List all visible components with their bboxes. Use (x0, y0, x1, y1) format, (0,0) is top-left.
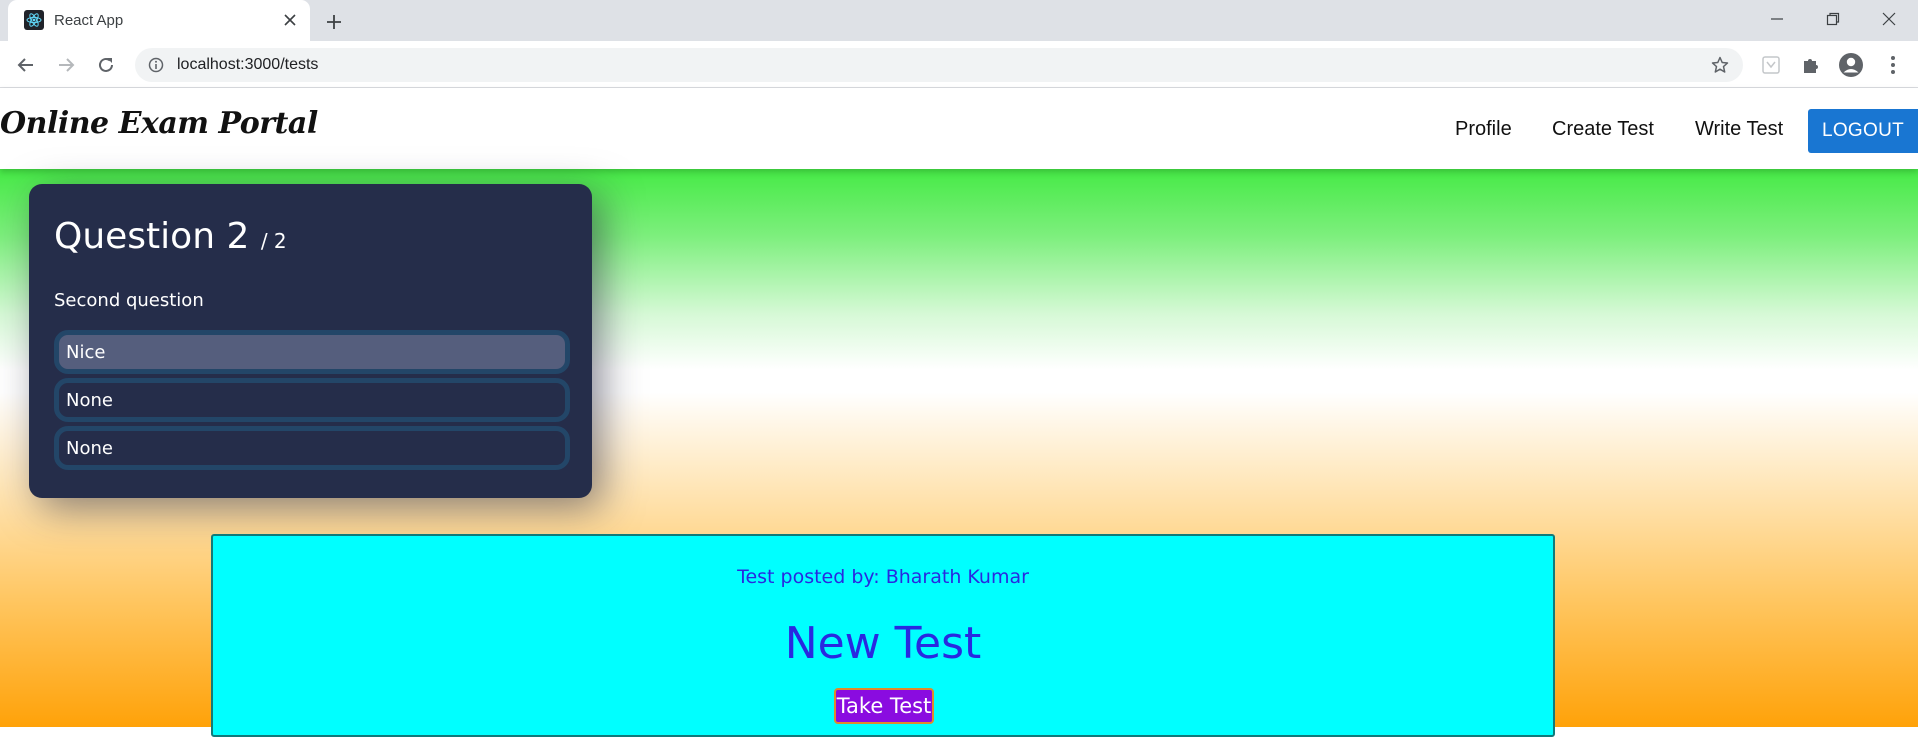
arrow-right-icon[interactable] (52, 51, 80, 79)
app-navbar: Online Exam Portal Profile Create Test W… (0, 88, 1918, 169)
question-card: Question 2 / 2 Second question Nice None… (29, 184, 592, 498)
question-number: Question 2 (54, 216, 250, 257)
test-title: New Test (784, 618, 982, 669)
tab-title: React App (54, 12, 124, 29)
browser-tabstrip: React App (0, 0, 1918, 41)
puzzle-icon[interactable] (1797, 51, 1825, 79)
minimize-icon[interactable] (1762, 7, 1792, 31)
account-icon[interactable] (1837, 51, 1865, 79)
extension-box-icon[interactable] (1757, 51, 1785, 79)
browser-tab[interactable]: React App (8, 0, 310, 41)
arrow-left-icon[interactable] (12, 51, 40, 79)
answer-option[interactable]: Nice (54, 330, 570, 374)
url-text[interactable]: localhost:3000/tests (177, 56, 318, 74)
question-text: Second question (54, 290, 204, 311)
plus-icon[interactable] (322, 10, 346, 34)
nav-link-profile[interactable]: Profile (1455, 118, 1512, 141)
nav-link-create-test[interactable]: Create Test (1552, 118, 1654, 141)
logout-button[interactable]: LOGOUT (1808, 109, 1918, 153)
answer-option[interactable]: None (54, 426, 570, 470)
reload-icon[interactable] (92, 51, 120, 79)
answer-option[interactable]: None (54, 378, 570, 422)
kebab-menu-icon[interactable] (1879, 51, 1907, 79)
close-icon[interactable] (280, 10, 300, 30)
address-bar[interactable]: localhost:3000/tests (135, 48, 1743, 82)
test-posted-by: Test posted by: Bharath Kumar (737, 566, 1029, 588)
restore-icon[interactable] (1818, 7, 1848, 31)
question-total: / 2 (260, 229, 287, 253)
nav-link-write-test[interactable]: Write Test (1695, 118, 1783, 141)
take-test-button[interactable]: Take Test (834, 688, 934, 724)
star-icon[interactable] (1709, 54, 1731, 76)
window-close-icon[interactable] (1874, 7, 1904, 31)
info-icon[interactable] (147, 56, 165, 74)
browser-toolbar: localhost:3000/tests (0, 41, 1918, 88)
react-icon (24, 10, 44, 30)
brand-logo[interactable]: Online Exam Portal (0, 106, 318, 141)
question-heading: Question 2 / 2 (54, 216, 287, 257)
test-card: Test posted by: Bharath Kumar New Test T… (211, 534, 1555, 737)
